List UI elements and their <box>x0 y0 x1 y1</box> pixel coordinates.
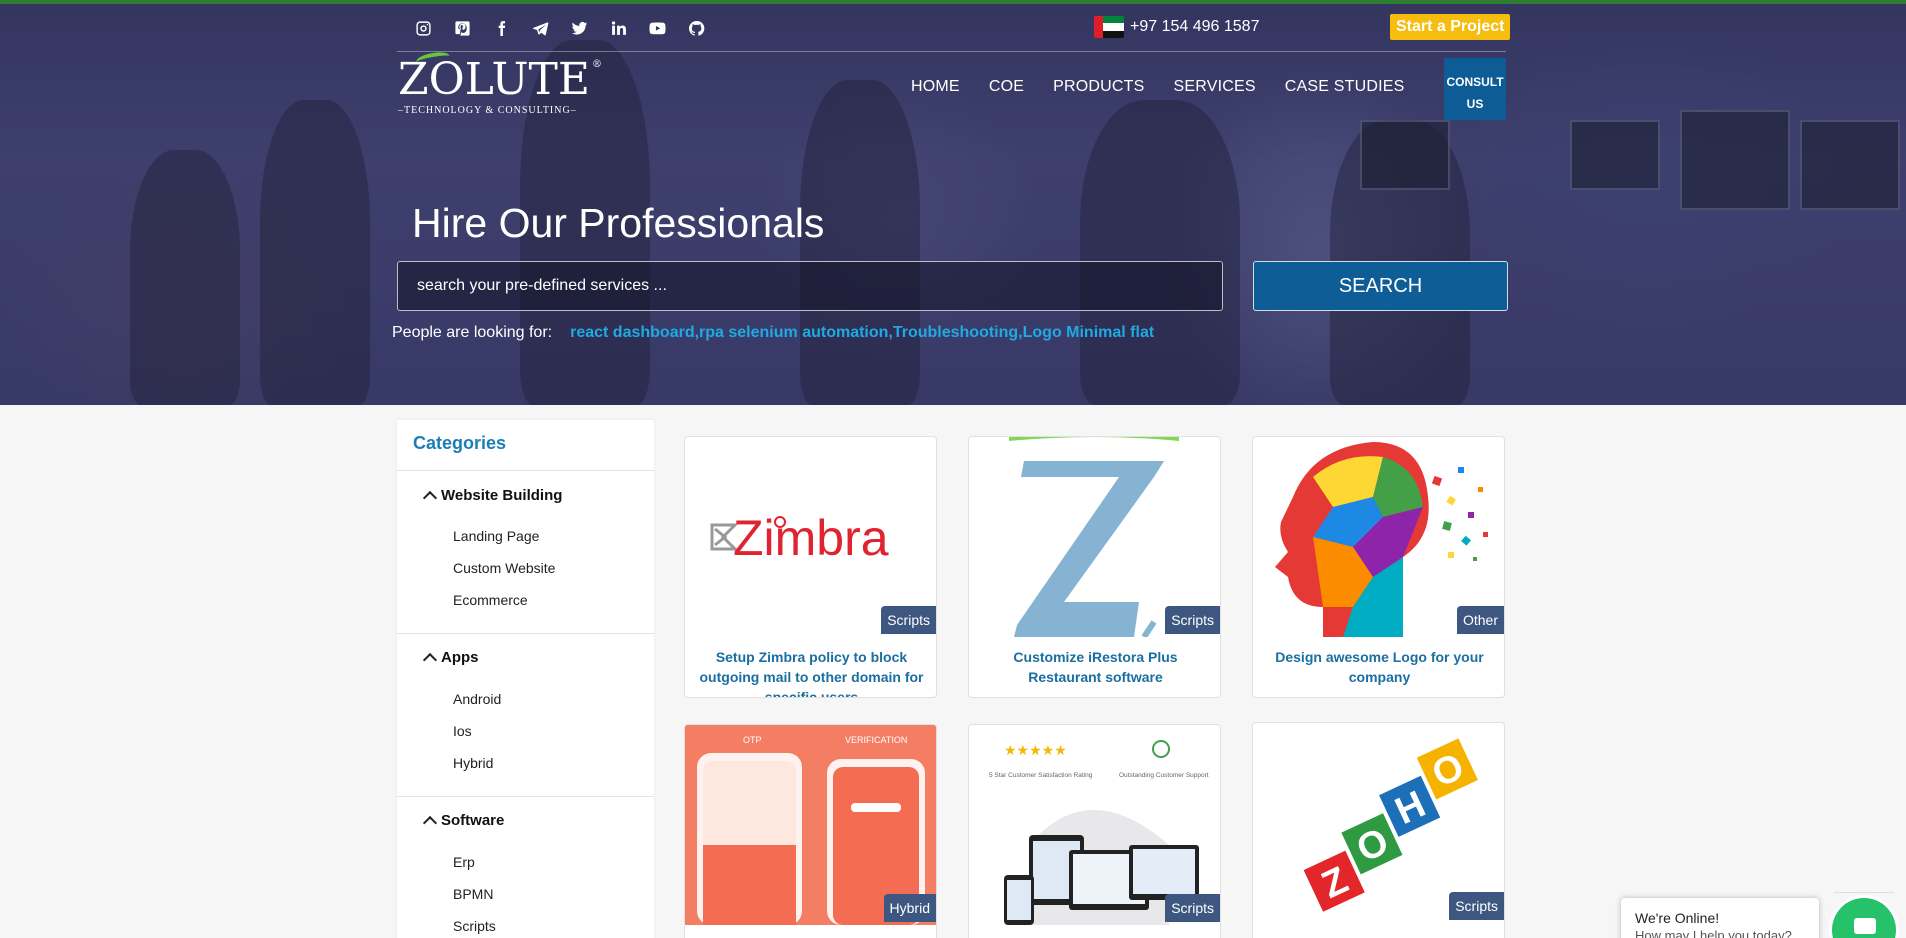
card-title[interactable]: Setup Zimbra policy to block outgoing ma… <box>695 647 928 697</box>
card-title[interactable]: Customize iRestora Plus Restaurant softw… <box>979 647 1212 687</box>
telegram-icon[interactable] <box>521 14 560 42</box>
hero-banner <box>0 0 1906 405</box>
search-placeholder: search your pre-defined services ... <box>417 277 667 294</box>
facebook-icon[interactable] <box>482 14 521 42</box>
chat-icon <box>1854 918 1876 934</box>
verification-label: VERIFICATION <box>845 735 907 745</box>
registered-mark: ® <box>592 59 603 70</box>
start-project-button[interactable]: Start a Project <box>1390 14 1511 40</box>
background-person <box>260 100 370 405</box>
search-button[interactable]: SEARCH <box>1253 261 1508 311</box>
subcategory-landing-page[interactable]: Landing Page <box>453 528 539 544</box>
support-text: Outstanding Customer Support <box>1119 772 1209 779</box>
category-label: Software <box>441 812 505 829</box>
chat-subtitle: How may I help you today? <box>1635 928 1792 938</box>
divider <box>397 796 654 797</box>
nav-case-studies[interactable]: CASE STUDIES <box>1285 78 1405 96</box>
category-label: Website Building <box>441 487 563 504</box>
github-icon[interactable] <box>677 14 716 42</box>
logo-tagline: TECHNOLOGY & CONSULTING <box>404 105 571 116</box>
chevron-up-icon <box>422 490 438 506</box>
social-links <box>404 14 716 42</box>
linkedin-icon[interactable] <box>599 14 638 42</box>
category-badge: Scripts <box>1165 606 1220 634</box>
category-apps[interactable]: Apps <box>422 649 479 668</box>
phone-contact[interactable]: +97 154 496 1587 <box>1094 16 1259 38</box>
subcategory-custom-website[interactable]: Custom Website <box>453 560 555 576</box>
chat-popup[interactable]: We're Online! How may I help you today? <box>1621 898 1819 938</box>
zimbra-text: Zimbra <box>733 510 889 566</box>
nav-coe[interactable]: COE <box>989 78 1024 96</box>
pinterest-icon[interactable] <box>443 14 482 42</box>
category-badge: Hybrid <box>883 894 936 922</box>
hero-title: Hire Our Professionals <box>412 200 825 246</box>
satisfaction-text: 5 Star Customer Satisfaction Rating <box>989 772 1093 779</box>
subcategory-android[interactable]: Android <box>453 691 501 707</box>
uae-flag-icon <box>1094 16 1124 38</box>
search-input[interactable]: search your pre-defined services ... <box>397 261 1223 311</box>
popular-searches-label: People are looking for: <box>392 324 553 341</box>
consult-label: CONSULT <box>1446 75 1504 89</box>
consult-us-button[interactable]: CONSULT US <box>1444 58 1506 120</box>
nav-home[interactable]: HOME <box>911 78 960 96</box>
categories-sidebar: Categories Website Building Landing Page… <box>397 420 654 938</box>
chevron-up-icon <box>422 652 438 668</box>
category-badge: Scripts <box>881 606 936 634</box>
chat-launcher-button[interactable] <box>1832 898 1896 938</box>
otp-label: OTP <box>743 735 762 745</box>
divider <box>397 470 654 471</box>
background-monitor <box>1800 120 1900 210</box>
service-card[interactable]: Scripts Customize iRestora Plus Restaura… <box>968 436 1221 698</box>
card-title[interactable]: Design awesome Logo for your company <box>1263 647 1496 687</box>
chevron-up-icon <box>422 815 438 831</box>
categories-title: Categories <box>413 433 507 453</box>
background-person <box>130 150 240 405</box>
top-accent-line <box>0 0 1906 4</box>
twitter-icon[interactable] <box>560 14 599 42</box>
youtube-icon[interactable] <box>638 14 677 42</box>
background-person <box>1080 100 1240 405</box>
subcategory-ecommerce[interactable]: Ecommerce <box>453 592 528 608</box>
svg-text:★★★★★: ★★★★★ <box>1004 743 1067 759</box>
subcategory-ios[interactable]: Ios <box>453 723 472 739</box>
popular-searches: People are looking for: react dashboard,… <box>392 324 1154 342</box>
background-monitor <box>1680 110 1790 210</box>
consult-label-us: US <box>1466 97 1484 111</box>
subcategory-erp[interactable]: Erp <box>453 854 475 870</box>
header-divider <box>397 51 1506 52</box>
service-card[interactable]: ★★★★★ 5 Star Customer Satisfaction Ratin… <box>968 724 1221 938</box>
nav-services[interactable]: SERVICES <box>1173 78 1255 96</box>
chat-edge <box>1834 892 1894 896</box>
service-card[interactable]: Other Design awesome Logo for your compa… <box>1252 436 1505 698</box>
background-monitor <box>1360 120 1450 190</box>
category-badge: Scripts <box>1165 894 1220 922</box>
category-badge: Scripts <box>1449 892 1504 920</box>
subcategory-hybrid[interactable]: Hybrid <box>453 755 493 771</box>
category-website-building[interactable]: Website Building <box>422 487 563 506</box>
category-software[interactable]: Software <box>422 812 505 831</box>
zolute-logo[interactable]: ZOLUTE ® –TECHNOLOGY & CONSULTING– <box>398 50 602 116</box>
divider <box>397 633 654 634</box>
service-card[interactable]: OTP VERIFICATION Hybrid <box>684 724 937 938</box>
popular-search-links[interactable]: react dashboard,rpa selenium automation,… <box>570 324 1154 342</box>
instagram-icon[interactable] <box>404 14 443 42</box>
background-monitor <box>1570 120 1660 190</box>
service-card[interactable]: Z O H O Scripts <box>1252 722 1505 938</box>
phone-number: +97 154 496 1587 <box>1130 18 1260 35</box>
nav-products[interactable]: PRODUCTS <box>1053 78 1144 96</box>
subcategory-scripts[interactable]: Scripts <box>453 918 496 934</box>
chat-title: We're Online! <box>1635 910 1720 926</box>
category-badge: Other <box>1456 606 1504 634</box>
category-label: Apps <box>441 649 479 666</box>
subcategory-bpmn[interactable]: BPMN <box>453 886 493 902</box>
service-card[interactable]: Zimbra Scripts Setup Zimbra policy to bl… <box>684 436 937 698</box>
main-nav: HOME COE PRODUCTS SERVICES CASE STUDIES <box>911 78 1404 96</box>
